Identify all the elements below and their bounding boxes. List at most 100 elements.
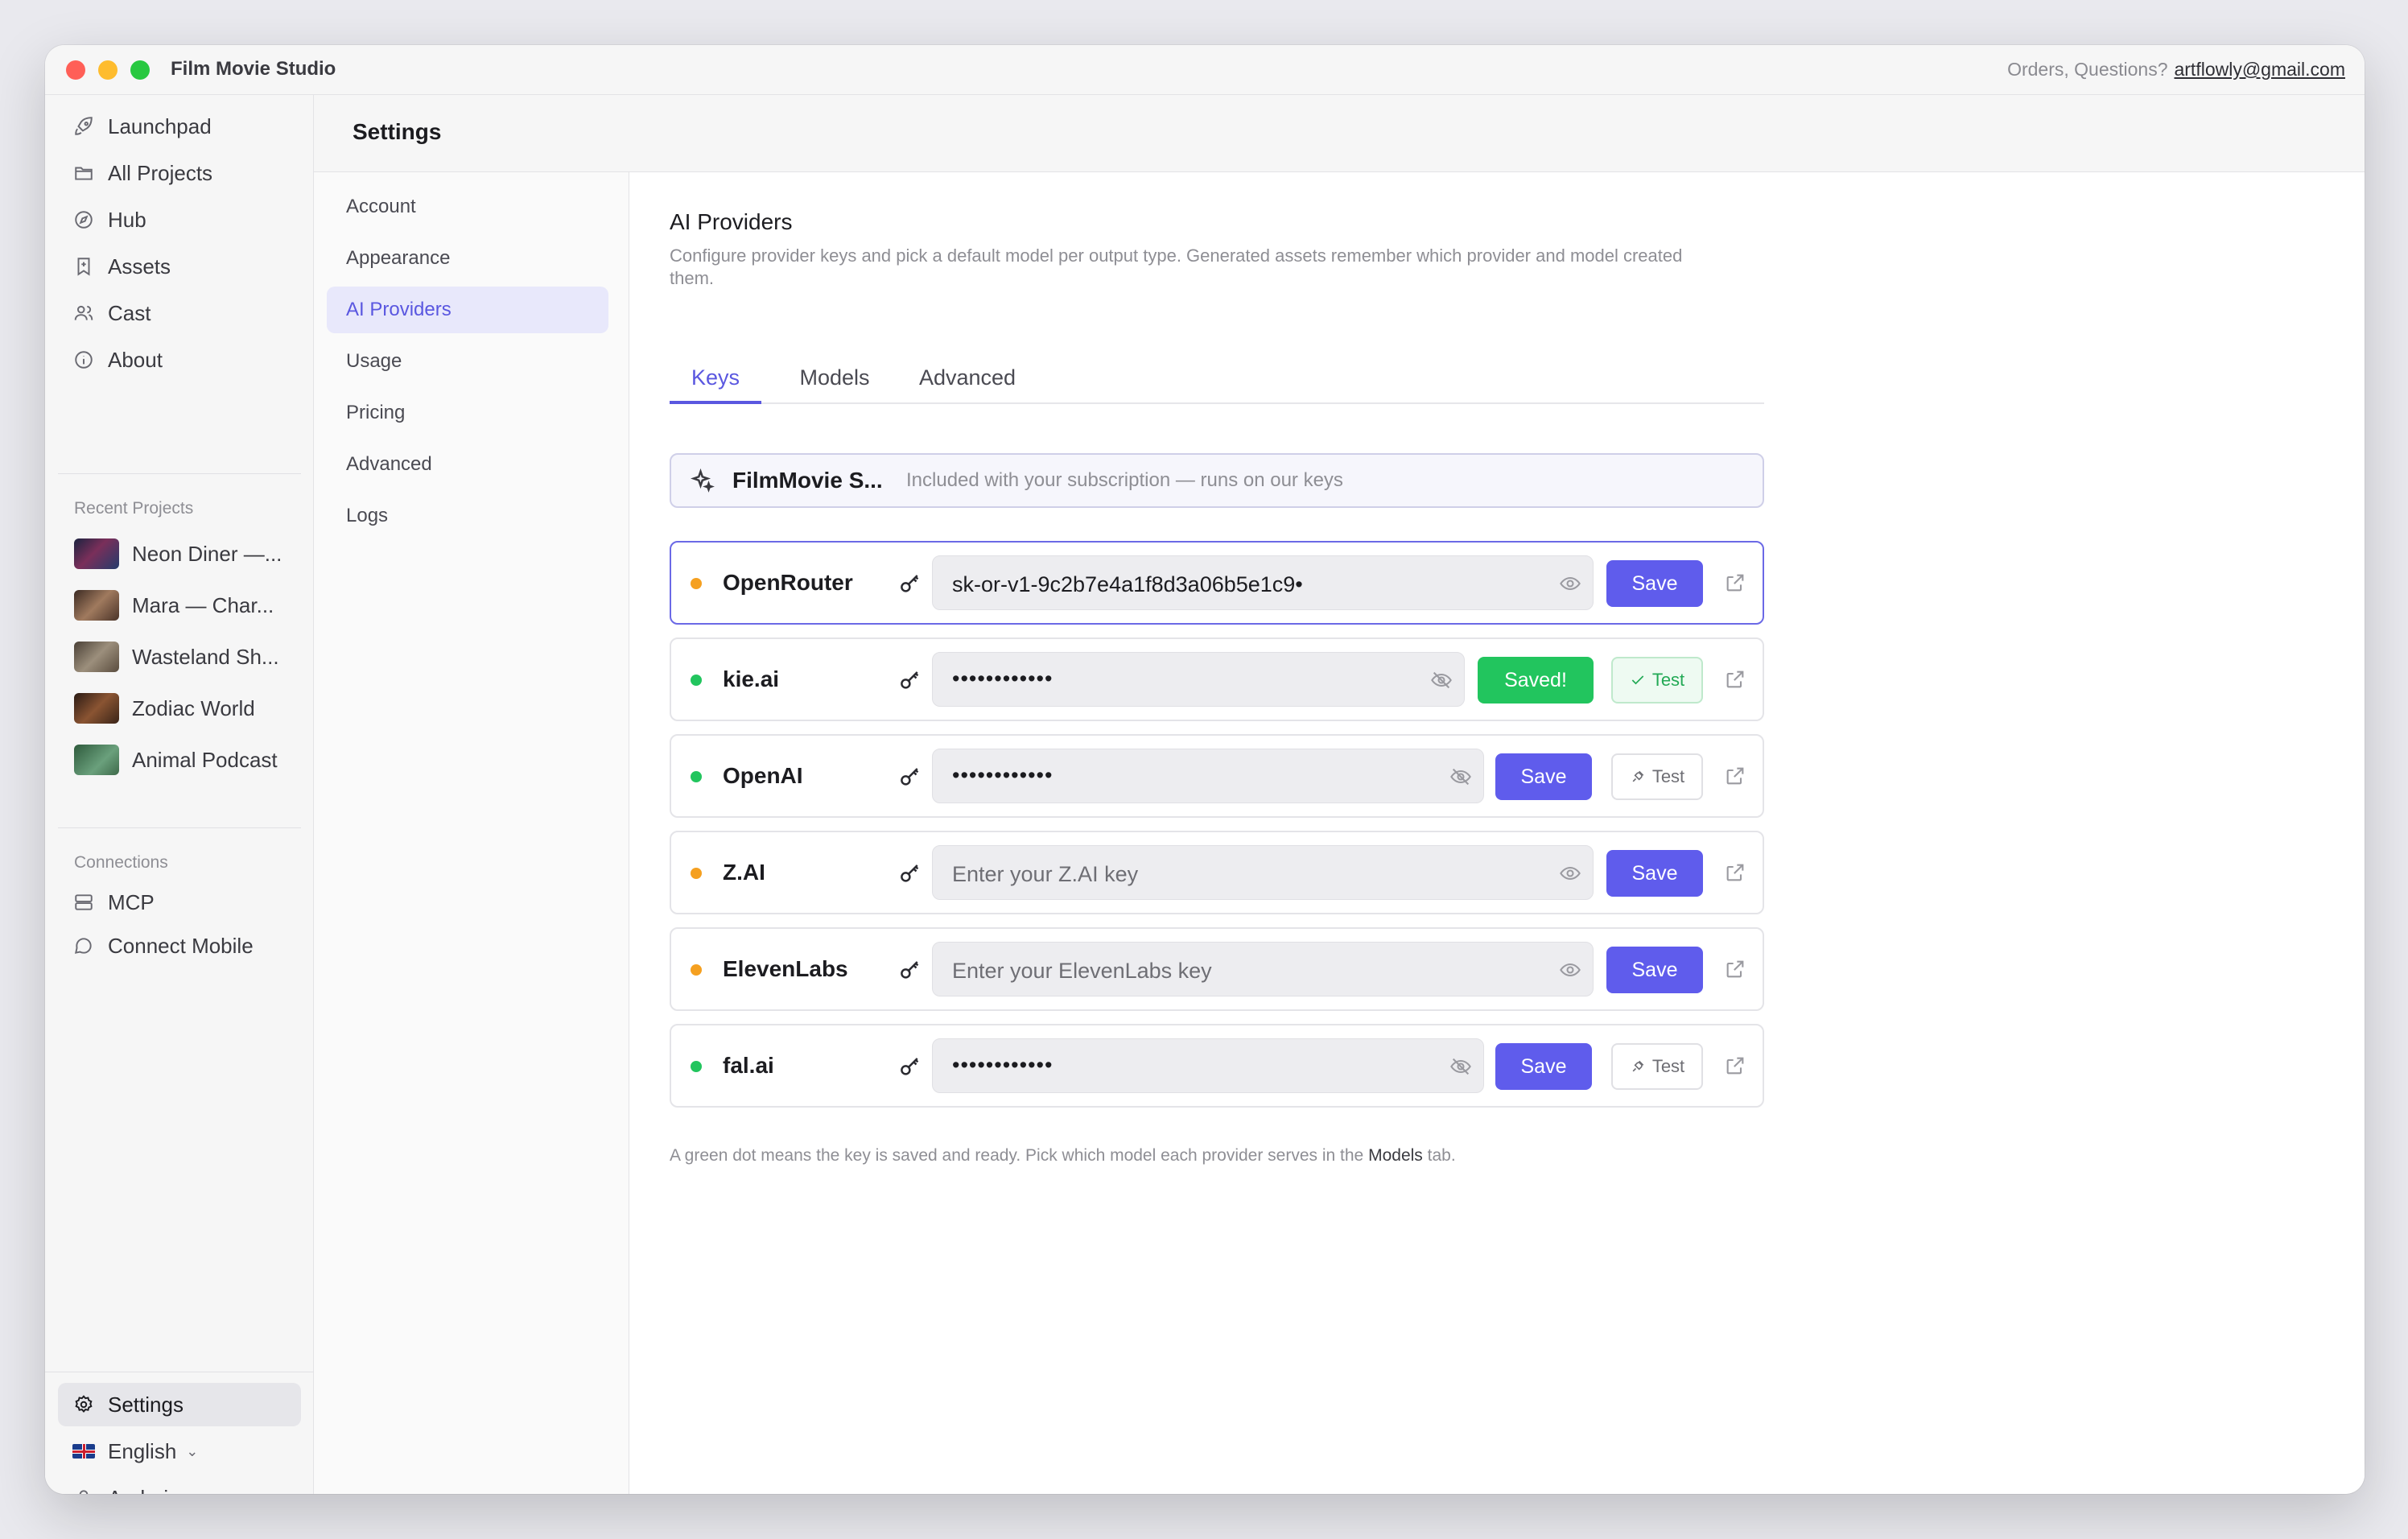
models-tab-link[interactable]: Models bbox=[1368, 1146, 1423, 1165]
subnav-item-advanced[interactable]: Advanced bbox=[327, 441, 608, 488]
subnav-item-account[interactable]: Account bbox=[327, 184, 608, 230]
api-key-input[interactable]: •••••••••••• bbox=[932, 652, 1465, 707]
provider-name: Z.AI bbox=[723, 860, 765, 885]
save-button[interactable]: Save bbox=[1606, 850, 1703, 897]
eye-off-icon[interactable] bbox=[1449, 1055, 1472, 1078]
external-link-icon[interactable] bbox=[1724, 861, 1748, 885]
section-heading: AI Providers bbox=[670, 209, 793, 234]
user-icon bbox=[72, 1487, 95, 1494]
subnav-item-ai-providers[interactable]: AI Providers bbox=[327, 287, 608, 333]
app-window: Film Movie Studio Orders, Questions? artf… bbox=[45, 45, 2365, 1494]
save-button[interactable]: Save bbox=[1606, 947, 1703, 993]
api-key-placeholder: Enter your Z.AI key bbox=[952, 862, 1139, 886]
eye-icon[interactable] bbox=[1559, 862, 1581, 885]
provider-tabs: Keys Models Advanced bbox=[670, 364, 1764, 404]
api-key-value: •••••••••••• bbox=[952, 763, 1054, 787]
api-key-input[interactable]: •••••••••••• bbox=[932, 1038, 1484, 1093]
app-title: Film Movie Studio bbox=[171, 58, 336, 80]
saved-button[interactable]: Saved! bbox=[1478, 657, 1594, 703]
external-link-icon[interactable] bbox=[1724, 668, 1748, 692]
sidebar-item-all-projects[interactable]: All Projects bbox=[58, 151, 301, 195]
subnav-item-pricing[interactable]: Pricing bbox=[327, 390, 608, 436]
user-name: Andrej bbox=[108, 1486, 168, 1495]
footer-hint-tail: tab. bbox=[1427, 1146, 1456, 1165]
recent-project-item[interactable]: Mara — Char... bbox=[58, 583, 301, 628]
external-link-icon[interactable] bbox=[1724, 571, 1748, 596]
sidebar: Launchpad All Projects Hub Assets Cast A… bbox=[45, 95, 314, 1494]
status-dot bbox=[691, 868, 702, 879]
save-button[interactable]: Save bbox=[1495, 753, 1592, 800]
uk-flag-icon bbox=[72, 1444, 95, 1459]
sidebar-item-launchpad[interactable]: Launchpad bbox=[58, 105, 301, 148]
tab-models[interactable]: Models bbox=[782, 364, 887, 404]
external-link-icon[interactable] bbox=[1724, 1054, 1748, 1079]
sidebar-divider bbox=[58, 827, 301, 828]
tab-keys[interactable]: Keys bbox=[670, 364, 761, 404]
eye-icon[interactable] bbox=[1559, 572, 1581, 595]
status-dot bbox=[691, 578, 702, 589]
plug-icon bbox=[1632, 1060, 1644, 1072]
sidebar-item-about[interactable]: About bbox=[58, 338, 301, 382]
sidebar-item-cast[interactable]: Cast bbox=[58, 291, 301, 335]
chat-bubble-icon bbox=[72, 935, 95, 957]
test-button[interactable]: Test bbox=[1611, 657, 1703, 703]
provider-name: OpenRouter bbox=[723, 570, 853, 595]
api-key-input[interactable]: Enter your Z.AI key bbox=[932, 845, 1594, 900]
sidebar-item-settings[interactable]: Settings bbox=[58, 1383, 301, 1426]
project-thumbnail bbox=[74, 745, 119, 775]
test-button[interactable]: Test bbox=[1611, 753, 1703, 800]
sidebar-item-hub[interactable]: Hub bbox=[58, 198, 301, 241]
external-link-icon[interactable] bbox=[1724, 958, 1748, 982]
eye-off-icon[interactable] bbox=[1449, 765, 1472, 788]
provider-row-kie-ai: kie.ai •••••••••••• Saved! Test bbox=[670, 637, 1764, 721]
api-key-input[interactable]: •••••••••••• bbox=[932, 749, 1484, 803]
sidebar-item-mcp[interactable]: MCP bbox=[58, 881, 301, 924]
api-key-value: •••••••••••• bbox=[952, 666, 1054, 691]
sidebar-item-user[interactable]: Andrej bbox=[58, 1476, 301, 1494]
chevron-down-icon: ⌄ bbox=[186, 1442, 199, 1459]
subnav-item-appearance[interactable]: Appearance bbox=[327, 235, 608, 282]
eye-icon[interactable] bbox=[1559, 959, 1581, 981]
provider-row-z-ai: Z.AI Enter your Z.AI key Save bbox=[670, 831, 1764, 914]
provider-row-openai: OpenAI •••••••••••• Save Test bbox=[670, 734, 1764, 818]
api-key-input[interactable]: Enter your ElevenLabs key bbox=[932, 942, 1594, 996]
recent-project-label: Animal Podcast bbox=[132, 747, 278, 772]
recent-project-item[interactable]: Zodiac World bbox=[58, 686, 301, 731]
save-button[interactable]: Save bbox=[1606, 560, 1703, 607]
save-button[interactable]: Save bbox=[1495, 1043, 1592, 1090]
recent-project-item[interactable]: Neon Diner —... bbox=[58, 531, 301, 576]
sidebar-item-assets[interactable]: Assets bbox=[58, 245, 301, 288]
key-icon bbox=[898, 571, 922, 596]
connections-heading: Connections bbox=[74, 853, 168, 872]
subnav-item-usage[interactable]: Usage bbox=[327, 338, 608, 385]
close-window-button[interactable] bbox=[66, 60, 85, 80]
language-selector[interactable]: English ⌄ bbox=[58, 1430, 301, 1473]
info-icon bbox=[72, 349, 95, 371]
test-button[interactable]: Test bbox=[1611, 1043, 1703, 1090]
zoom-window-button[interactable] bbox=[130, 60, 150, 80]
footer-hint-text: A green dot means the key is saved and r… bbox=[670, 1146, 1364, 1165]
minimize-window-button[interactable] bbox=[98, 60, 118, 80]
recent-project-item[interactable]: Wasteland Sh... bbox=[58, 634, 301, 679]
api-key-placeholder: Enter your ElevenLabs key bbox=[952, 959, 1212, 983]
rocket-icon bbox=[72, 115, 95, 138]
built-in-provider-name: FilmMovie S... bbox=[732, 468, 883, 493]
api-key-value: sk-or-v1-9c2b7e4a1f8d3a06b5e1c9• bbox=[952, 572, 1303, 596]
external-link-icon[interactable] bbox=[1724, 765, 1748, 789]
sidebar-item-label: Connect Mobile bbox=[108, 933, 254, 958]
project-thumbnail bbox=[74, 590, 119, 621]
subnav-item-logs[interactable]: Logs bbox=[327, 493, 608, 539]
api-key-input[interactable]: sk-or-v1-9c2b7e4a1f8d3a06b5e1c9• bbox=[932, 555, 1594, 610]
tab-advanced[interactable]: Advanced bbox=[903, 364, 1032, 404]
status-dot bbox=[691, 675, 702, 686]
provider-name: fal.ai bbox=[723, 1053, 774, 1078]
settings-header: Settings bbox=[314, 95, 2365, 172]
contact-email-link[interactable]: artflowly@gmail.com bbox=[2174, 59, 2345, 80]
settings-subnav: Account Appearance AI Providers Usage Pr… bbox=[314, 172, 629, 1494]
recent-project-item[interactable]: Animal Podcast bbox=[58, 737, 301, 782]
sidebar-item-connect-mobile[interactable]: Connect Mobile bbox=[58, 924, 301, 968]
status-dot bbox=[691, 771, 702, 782]
eye-off-icon[interactable] bbox=[1430, 669, 1453, 691]
users-icon bbox=[72, 302, 95, 324]
sidebar-item-label: All Projects bbox=[108, 160, 213, 185]
